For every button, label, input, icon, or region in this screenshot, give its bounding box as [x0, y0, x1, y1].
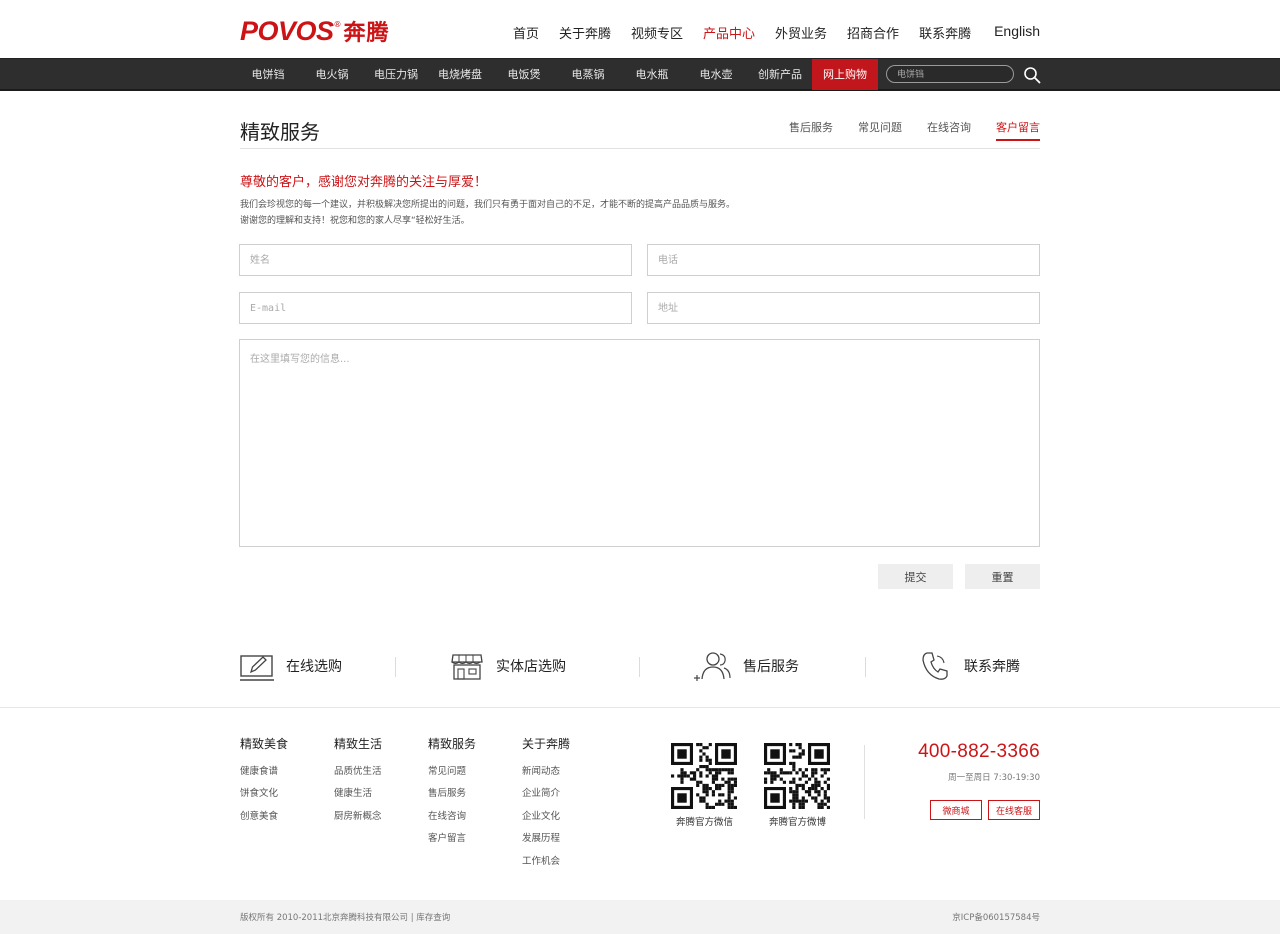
cat-online-shop[interactable]: 网上购物 — [812, 59, 878, 90]
cat-pressure-cooker[interactable]: 电压力锅 — [364, 59, 428, 90]
cat-kettle[interactable]: 电水壶 — [684, 59, 748, 90]
service-divider — [395, 657, 396, 677]
topnav-home[interactable]: 首页 — [513, 23, 539, 42]
message-textarea[interactable] — [239, 339, 1040, 547]
phone-field[interactable] — [647, 244, 1040, 276]
topnav-contact[interactable]: 联系奔腾 — [919, 23, 971, 42]
subnav-online-consult[interactable]: 在线咨询 — [927, 119, 971, 141]
page-title: 精致服务 — [240, 120, 320, 144]
service-after-sales[interactable]: 售后服务 — [693, 648, 799, 684]
topnav-english[interactable]: English — [994, 23, 1040, 42]
reset-button[interactable]: 重置 — [965, 564, 1040, 589]
footer-col-food: 精致美食 健康食谱 饼食文化 创意美食 — [240, 735, 288, 832]
wechat-mall-button[interactable]: 微商城 — [930, 800, 982, 820]
logo-registered-mark: ® — [333, 19, 342, 29]
service-divider — [865, 657, 866, 677]
intro-heading: 尊敬的客户，感谢您对奔腾的关注与厚爱！ — [240, 175, 488, 190]
name-field[interactable] — [239, 244, 632, 276]
service-online-purchase[interactable]: 在线选购 — [240, 648, 342, 684]
title-divider — [240, 148, 1040, 149]
footer-link[interactable]: 在线咨询 — [428, 810, 476, 832]
copyright-text: 版权所有 2010-2011北京奔腾科技有限公司 | 库存查询 — [240, 913, 451, 923]
service-divider — [639, 657, 640, 677]
cat-hotpot[interactable]: 电火锅 — [300, 59, 364, 90]
service-subnav: 售后服务 常见问题 在线咨询 客户留言 — [764, 119, 1040, 141]
footer-col-title: 精致服务 — [428, 737, 477, 751]
top-navigation: 首页 关于奔腾 视频专区 产品中心 外贸业务 招商合作 联系奔腾 English — [493, 23, 1040, 42]
category-bar: 电饼铛 电火锅 电压力锅 电烧烤盘 电饭煲 电蒸锅 电水瓶 电水壶 创新产品 网… — [0, 58, 1280, 91]
footer-col-title: 精致美食 — [240, 737, 289, 751]
footer-link[interactable]: 健康生活 — [334, 787, 382, 809]
footer-link[interactable]: 创意美食 — [240, 810, 288, 832]
service-label-online: 在线选购 — [286, 659, 342, 675]
intro-line-1: 我们会珍视您的每一个建议，并积极解决您所提出的问题，我们只有勇于面对自己的不足，… — [240, 200, 736, 210]
wechat-qr-code — [671, 743, 737, 809]
address-field[interactable] — [647, 292, 1040, 324]
footer-link[interactable]: 品质优生活 — [334, 765, 382, 787]
hotline-number: 400-882-3366 — [918, 741, 1040, 762]
footer-link[interactable]: 客户留言 — [428, 832, 476, 854]
subnav-after-sales[interactable]: 售后服务 — [789, 119, 833, 141]
footer-divider — [0, 707, 1280, 708]
footer-link[interactable]: 厨房新概念 — [334, 810, 382, 832]
footer-col-about: 关于奔腾 新闻动态 企业简介 企业文化 发展历程 工作机会 — [522, 735, 570, 877]
email-field[interactable] — [239, 292, 632, 324]
cat-grill-pan[interactable]: 电烧烤盘 — [428, 59, 492, 90]
footer-link[interactable]: 工作机会 — [522, 855, 570, 877]
bottom-bar — [0, 900, 1280, 934]
pencil-screen-icon — [240, 655, 274, 681]
povos-logo[interactable]: POVOS ® 奔腾 — [240, 15, 390, 47]
footer-link[interactable]: 饼食文化 — [240, 787, 288, 809]
topnav-videos[interactable]: 视频专区 — [631, 23, 683, 42]
search-icon[interactable] — [1023, 66, 1041, 84]
footer-vertical-divider — [864, 745, 865, 819]
topnav-about[interactable]: 关于奔腾 — [559, 23, 611, 42]
subnav-customer-message[interactable]: 客户留言 — [996, 119, 1040, 141]
footer-link[interactable]: 企业简介 — [522, 787, 570, 809]
intro-line-2: 谢谢您的理解和支持！祝您和您的家人尽享“轻松好生活。 — [240, 216, 470, 226]
footer-link[interactable]: 售后服务 — [428, 787, 476, 809]
topnav-investment[interactable]: 招商合作 — [847, 23, 899, 42]
topnav-products[interactable]: 产品中心 — [703, 23, 755, 42]
cat-water-dispenser[interactable]: 电水瓶 — [620, 59, 684, 90]
service-label-store: 实体店选购 — [496, 659, 566, 675]
search-input[interactable] — [886, 65, 1014, 83]
service-store-purchase[interactable]: 实体店选购 — [450, 648, 566, 684]
phone-handset-icon — [922, 652, 948, 680]
submit-button[interactable]: 提交 — [878, 564, 953, 589]
service-label-after-sales: 售后服务 — [743, 659, 799, 675]
footer-col-life: 精致生活 品质优生活 健康生活 厨房新概念 — [334, 735, 382, 832]
service-hours: 周一至周日 7:30-19:30 — [948, 773, 1040, 783]
footer-col-title: 精致生活 — [334, 737, 383, 751]
footer-link[interactable]: 发展历程 — [522, 832, 570, 854]
logo-latin: POVOS — [240, 15, 334, 46]
icp-license: 京ICP备060157584号 — [952, 913, 1040, 923]
subnav-faq[interactable]: 常见问题 — [858, 119, 902, 141]
cat-electric-griddle[interactable]: 电饼铛 — [236, 59, 300, 90]
cat-innovation[interactable]: 创新产品 — [748, 59, 812, 90]
service-label-contact: 联系奔腾 — [964, 659, 1020, 675]
cat-steamer[interactable]: 电蒸锅 — [556, 59, 620, 90]
storefront-icon — [451, 654, 483, 680]
header: POVOS ® 奔腾 首页 关于奔腾 视频专区 产品中心 外贸业务 招商合作 联… — [0, 0, 1280, 58]
footer-link[interactable]: 健康食谱 — [240, 765, 288, 787]
cat-rice-cooker[interactable]: 电饭煲 — [492, 59, 556, 90]
weibo-qr-code — [764, 743, 830, 809]
footer-link[interactable]: 新闻动态 — [522, 765, 570, 787]
online-service-button[interactable]: 在线客服 — [988, 800, 1040, 820]
footer-col-service: 精致服务 常见问题 售后服务 在线咨询 客户留言 — [428, 735, 476, 855]
footer-col-title: 关于奔腾 — [522, 737, 571, 751]
topnav-foreign-trade[interactable]: 外贸业务 — [775, 23, 827, 42]
logo-chinese: 奔腾 — [343, 21, 390, 46]
users-icon — [694, 652, 731, 681]
footer-link[interactable]: 常见问题 — [428, 765, 476, 787]
qr-caption-wechat: 奔腾官方微信 — [676, 817, 734, 828]
qr-caption-weibo: 奔腾官方微博 — [769, 817, 827, 828]
footer-link[interactable]: 企业文化 — [522, 810, 570, 832]
service-contact[interactable]: 联系奔腾 — [918, 648, 1020, 684]
